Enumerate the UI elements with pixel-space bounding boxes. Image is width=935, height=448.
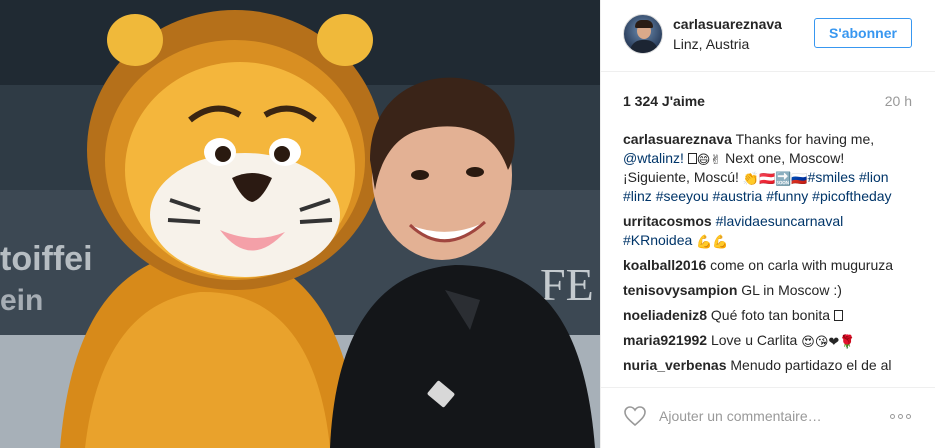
hashtag[interactable]: #smiles — [808, 169, 855, 185]
post-location[interactable]: Linz, Austria — [673, 36, 749, 52]
comment-text: come on carla with muguruza — [710, 257, 894, 273]
comment-text: Love u Carlita — [710, 332, 798, 348]
russia-flag-icon: 🇷🇺 — [791, 171, 808, 186]
profile-avatar[interactable] — [623, 14, 663, 54]
grinning-emoji-icon: 😄 — [696, 152, 711, 167]
post-time[interactable]: 20 h — [885, 93, 912, 109]
caption-username[interactable]: carlasuareznava — [623, 131, 732, 147]
svg-text:FE: FE — [540, 259, 594, 310]
hashtag[interactable]: #linz — [623, 188, 652, 204]
hashtag[interactable]: #funny — [766, 188, 808, 204]
hashtag[interactable]: #picoftheday — [812, 188, 891, 204]
more-options-icon[interactable] — [885, 404, 915, 428]
comment-username[interactable]: maria921992 — [623, 332, 707, 348]
add-comment-input[interactable] — [659, 406, 879, 426]
hashtag[interactable]: #KRnoidea — [623, 232, 692, 248]
flexed-biceps-emoji-icon: 💪 — [712, 234, 729, 249]
missing-glyph-icon — [687, 153, 697, 164]
clap-emoji-icon: 👏 — [742, 171, 760, 186]
austria-flag-icon: 🇦🇹 — [759, 171, 776, 186]
caption-mention[interactable]: @wtalinz! — [623, 150, 684, 166]
flexed-biceps-emoji-icon: 💪 — [696, 234, 713, 249]
hashtag[interactable]: #lion — [859, 169, 889, 185]
black-heart-icon: ❤ — [828, 334, 840, 349]
post-stats: 1 324 J'aime 20 h — [623, 93, 912, 111]
hashtag[interactable]: #lavidaesuncarnaval — [716, 213, 844, 229]
comment-username[interactable]: nuria_verbenas — [623, 357, 727, 373]
hashtag[interactable]: #austria — [713, 188, 763, 204]
comment-bar — [601, 387, 935, 448]
kiss-emoji-icon: 😘 — [814, 334, 829, 349]
comment-username[interactable]: noeliadeniz8 — [623, 307, 707, 323]
missing-glyph-icon — [833, 310, 843, 321]
caption-text: Thanks for having me, — [735, 131, 875, 147]
victory-hand-emoji-icon: ✌ — [710, 152, 722, 167]
caption: carlasuareznava Thanks for having me, @w… — [623, 130, 913, 206]
comment-item: maria921992 Love u Carlita 😍😘❤🌹 — [623, 331, 913, 350]
soon-arrow-icon: 🔜 — [775, 171, 792, 186]
comments-list: carlasuareznava Thanks for having me, @w… — [623, 130, 913, 385]
heart-eyes-emoji-icon: 😍 — [801, 334, 815, 349]
comment-item: tenisovysampion GL in Moscow :) — [623, 281, 913, 300]
svg-text:ein: ein — [0, 284, 43, 317]
comment-username[interactable]: tenisovysampion — [623, 282, 737, 298]
post-header: carlasuareznava Linz, Austria S'abonner — [601, 0, 935, 72]
photo-illustration: toiffei ein FE — [0, 0, 600, 448]
post-photo[interactable]: toiffei ein FE — [0, 0, 600, 448]
comment-username[interactable]: urritacosmos — [623, 213, 712, 229]
rose-emoji-icon: 🌹 — [839, 334, 856, 349]
comment-text: Qué foto tan bonita — [710, 307, 831, 323]
comment-username[interactable]: koalball2016 — [623, 257, 706, 273]
comment-text: Menudo partidazo el de al — [730, 357, 892, 373]
comment-text: GL in Moscow :) — [741, 282, 842, 298]
comment-item: nuria_verbenas Menudo partidazo el de al — [623, 356, 913, 375]
post-details-panel: carlasuareznava Linz, Austria S'abonner … — [600, 0, 935, 448]
svg-text:toiffei: toiffei — [0, 240, 93, 278]
hashtag[interactable]: #seeyou — [656, 188, 709, 204]
comment-item: urritacosmos #lavidaesuncarnaval #KRnoid… — [623, 212, 913, 250]
post-username[interactable]: carlasuareznava — [673, 16, 782, 32]
heart-icon[interactable] — [623, 404, 647, 428]
follow-button[interactable]: S'abonner — [814, 18, 912, 48]
comment-item: noeliadeniz8 Qué foto tan bonita — [623, 306, 913, 325]
comment-item: koalball2016 come on carla with muguruza — [623, 256, 913, 275]
likes-count[interactable]: 1 324 J'aime — [623, 93, 705, 109]
